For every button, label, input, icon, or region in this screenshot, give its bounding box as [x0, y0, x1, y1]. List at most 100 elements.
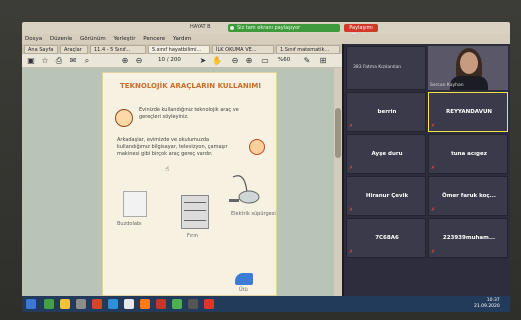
mic-off-icon: ✗ [349, 207, 354, 213]
clock-date: 21.09.2020 [474, 304, 500, 309]
question-text: Evinizde kullandığınız teknolojik araç v… [139, 107, 239, 120]
tab-doc-3[interactable]: İLK OKUMA VE... [212, 45, 274, 54]
participant-tile[interactable]: Ömer faruk koç... ✗ [428, 176, 508, 216]
scroll-thumb[interactable] [335, 108, 341, 158]
participant-name: 7C68A6 [375, 235, 399, 241]
zoom-out-icon[interactable]: ⊖ [230, 56, 240, 66]
tab-bar: Ana Sayfa Araçlar 11.4 - 5 Sınıf... 5.sı… [22, 44, 342, 54]
tab-doc-2[interactable]: 5.sınıf hayatbilimi... [148, 45, 210, 54]
window-titlebar: HAYAT B Siz tam ekranı paylaşıyor Paylaş… [22, 22, 510, 39]
tab-doc-4[interactable]: 1.Sınıf matematik... [276, 45, 340, 54]
paragraph-text: Arkadaşlar, evimizde ve okulumuzda kulla… [117, 137, 228, 157]
screen: HAYAT B Siz tam ekranı paylaşıyor Paylaş… [22, 22, 510, 312]
menu-edit[interactable]: Düzenle [47, 34, 75, 44]
document-page: TEKNOLOJİK ARAÇLARIN KULLANIMI Evinizde … [102, 72, 277, 296]
mic-off-icon: ✗ [349, 123, 354, 129]
fit-icon[interactable]: ▭ [260, 56, 270, 66]
label-vacuum: Elektrik süpürgesi [231, 211, 276, 217]
app-icon[interactable] [140, 299, 150, 309]
participant-name: Hiranur Çevik [365, 193, 409, 199]
mic-off-icon: ✗ [431, 207, 436, 213]
document-area[interactable]: TEKNOLOJİK ARAÇLARIN KULLANIMI Evinizde … [22, 68, 342, 296]
stop-share-button[interactable]: Paylaşımı Durdur [344, 24, 378, 39]
participant-tile-active[interactable]: REYYANDAVUN ✗ [428, 92, 508, 132]
oven-image [181, 195, 209, 229]
participant-tile-count[interactable]: 383 Fatma Kızılarslan [346, 46, 426, 90]
mic-off-icon: ✗ [349, 165, 354, 171]
hand-cursor-icon: ☝ [165, 165, 170, 173]
recording-dot-icon [230, 26, 234, 30]
print-icon[interactable]: ⎙ [54, 56, 64, 66]
highlight-icon[interactable]: ⊞ [318, 56, 328, 66]
menu-window[interactable]: Pencere [140, 34, 168, 44]
folder-icon[interactable] [60, 299, 70, 309]
app-icon[interactable] [188, 299, 198, 309]
host-name: Sercan Kayhan [430, 83, 464, 88]
browser-icon[interactable] [108, 299, 118, 309]
app-icon[interactable] [156, 299, 166, 309]
label-iron: Ütü [239, 287, 248, 293]
pdf-toolbar: ▣ ☆ ⎙ ✉ ⌕ ⊕ ⊖ 10 / 200 ➤ ✋ ⊖ ⊕ ▭ %60 ✎ ⊞ [22, 54, 342, 68]
document-scrollbar[interactable] [334, 68, 342, 296]
participant-name: Ayşe duru [371, 151, 403, 157]
host-video[interactable]: Sercan Kayhan [428, 46, 508, 90]
tab-doc-1[interactable]: 11.4 - 5 Sınıf... [90, 45, 146, 54]
photo-frame: HAYAT B Siz tam ekranı paylaşıyor Paylaş… [0, 0, 521, 320]
participant-tile[interactable]: Ayşe duru ✗ [346, 134, 426, 174]
search-icon[interactable]: ⌕ [82, 56, 92, 66]
participant-name: Ömer faruk koç... [442, 193, 496, 199]
start-icon[interactable] [26, 299, 36, 309]
app-icon[interactable] [76, 299, 86, 309]
label-oven: Fırın [187, 233, 198, 239]
comment-icon[interactable]: ✎ [302, 56, 312, 66]
window-title: HAYAT B [190, 24, 211, 30]
boy-avatar-icon [115, 109, 133, 127]
hand-icon[interactable]: ✋ [212, 56, 222, 66]
page-title: TEKNOLOJİK ARAÇLARIN KULLANIMI [120, 82, 261, 90]
app-icon[interactable] [92, 299, 102, 309]
participant-tile[interactable]: 7C68A6 ✗ [346, 218, 426, 258]
label-fridge: Buzdolabı [117, 221, 142, 227]
menu-view[interactable]: Görünüm [77, 34, 109, 44]
host-face [460, 52, 478, 74]
participant-name: 223939muham... [442, 235, 496, 241]
mic-off-icon: ✗ [431, 249, 436, 255]
app-icon[interactable] [124, 299, 134, 309]
page-down-icon[interactable]: ⊖ [134, 56, 144, 66]
cursor-icon[interactable]: ➤ [198, 56, 208, 66]
participant-tile[interactable]: tuna acıgez ✗ [428, 134, 508, 174]
vacuum-image [229, 175, 260, 204]
page-indicator[interactable]: 10 / 200 [158, 57, 181, 63]
meeting-share-bar[interactable]: Siz tam ekranı paylaşıyor [228, 24, 340, 32]
zoom-indicator[interactable]: %60 [278, 57, 290, 63]
pdf-icon[interactable] [204, 299, 214, 309]
app-icon[interactable] [44, 299, 54, 309]
iron-image [235, 273, 253, 285]
meeting-share-text: Siz tam ekranı paylaşıyor [237, 25, 301, 31]
page-up-icon[interactable]: ⊕ [120, 56, 130, 66]
participant-count: 383 Fatma Kızılarslan [353, 65, 402, 70]
participant-name: REYYANDAVUN [445, 109, 493, 115]
clock[interactable]: 10:37 21.09.2020 [474, 298, 500, 310]
menu-bar: Dosya Düzenle Görünüm Yerleştir Pencere … [22, 34, 510, 44]
participant-tile[interactable]: 223939muham... ✗ [428, 218, 508, 258]
tab-tools[interactable]: Araçlar [60, 45, 88, 54]
zoom-in-icon[interactable]: ⊕ [244, 56, 254, 66]
menu-help[interactable]: Yardım [170, 34, 195, 44]
participant-tile[interactable]: Hiranur Çevik ✗ [346, 176, 426, 216]
menu-file[interactable]: Dosya [22, 34, 45, 44]
fridge-image [123, 191, 147, 217]
save-icon[interactable]: ▣ [26, 56, 36, 66]
participant-name: tuna acıgez [451, 151, 487, 157]
mail-icon[interactable]: ✉ [68, 56, 78, 66]
menu-insert[interactable]: Yerleştir [110, 34, 138, 44]
participant-tile[interactable]: berrin ✗ [346, 92, 426, 132]
mic-off-icon: ✗ [349, 249, 354, 255]
mic-off-icon: ✗ [431, 165, 436, 171]
girl-avatar-icon [249, 139, 265, 155]
participant-name: berrin [377, 109, 397, 115]
star-icon[interactable]: ☆ [40, 56, 50, 66]
tab-home[interactable]: Ana Sayfa [24, 45, 58, 54]
mic-off-icon: ✗ [431, 123, 436, 129]
chrome-icon[interactable] [172, 299, 182, 309]
